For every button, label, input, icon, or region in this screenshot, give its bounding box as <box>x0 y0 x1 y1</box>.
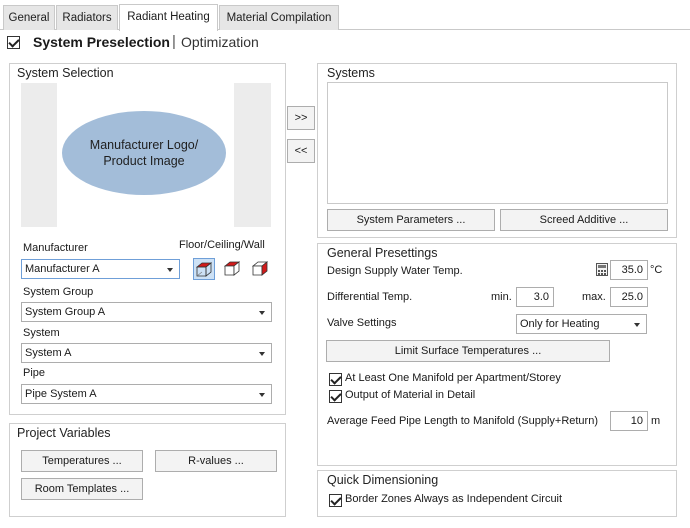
min-temp-input[interactable]: 3.0 <box>516 287 554 307</box>
system-group-label: System Group <box>23 286 94 298</box>
mode-secondary-label[interactable]: Optimization <box>181 34 259 50</box>
feed-pipe-label: Average Feed Pipe Length to Manifold (Su… <box>327 415 598 427</box>
ceiling-button[interactable] <box>222 258 244 280</box>
chevron-down-icon <box>259 352 265 356</box>
tab-radiators[interactable]: Radiators <box>56 5 118 30</box>
design-supply-label: Design Supply Water Temp. <box>327 265 463 277</box>
feed-pipe-length-input[interactable]: 10 <box>610 411 648 431</box>
chevron-down-icon <box>259 311 265 315</box>
orientation-label: Floor/Ceiling/Wall <box>179 239 265 251</box>
tab-bar: General Radiators Radiant Heating Materi… <box>0 0 690 31</box>
calculator-icon[interactable] <box>596 263 608 276</box>
feed-pipe-unit: m <box>651 415 661 427</box>
manufacturer-select[interactable]: Manufacturer A <box>21 259 180 279</box>
output-detail-checkbox[interactable] <box>329 390 342 403</box>
system-group-value: System Group A <box>25 306 106 318</box>
temperatures-button[interactable]: Temperatures ... <box>21 450 143 472</box>
design-supply-temp-input[interactable]: 35.0 <box>610 260 648 280</box>
manufacturer-label: Manufacturer <box>23 242 88 254</box>
max-temp-input[interactable]: 25.0 <box>610 287 648 307</box>
remove-system-button[interactable]: << <box>287 139 315 163</box>
manufacturer-value: Manufacturer A <box>25 263 100 275</box>
floor-button[interactable] <box>193 258 215 280</box>
wall-button[interactable] <box>250 258 272 280</box>
mode-separator: | <box>172 33 176 50</box>
system-selection-title: System Selection <box>17 66 114 80</box>
pipe-select[interactable]: Pipe System A <box>21 384 272 404</box>
quick-dimensioning-title: Quick Dimensioning <box>327 473 439 487</box>
design-supply-unit: °C <box>650 264 663 276</box>
logo-right-panel <box>234 83 271 227</box>
room-templates-button[interactable]: Room Templates ... <box>21 478 143 500</box>
system-value: System A <box>25 347 72 359</box>
ceiling-cube-icon <box>223 261 241 276</box>
mode-checkbox[interactable] <box>7 36 20 49</box>
limit-surface-temperatures-button[interactable]: Limit Surface Temperatures ... <box>326 340 610 362</box>
system-select[interactable]: System A <box>21 343 272 363</box>
project-variables-title: Project Variables <box>17 426 111 440</box>
border-zones-label[interactable]: Border Zones Always as Independent Circu… <box>345 493 562 505</box>
manifold-checkbox[interactable] <box>329 373 342 386</box>
chevron-down-icon <box>634 323 640 327</box>
mode-primary-label[interactable]: System Preselection <box>33 34 170 50</box>
logo-left-panel <box>21 83 57 227</box>
system-parameters-button[interactable]: System Parameters ... <box>327 209 495 231</box>
border-zones-checkbox[interactable] <box>329 494 342 507</box>
min-label: min. <box>491 291 512 303</box>
differential-temp-label: Differential Temp. <box>327 291 413 303</box>
output-detail-label[interactable]: Output of Material in Detail <box>345 389 475 401</box>
wall-cube-icon <box>251 261 269 276</box>
system-group-select[interactable]: System Group A <box>21 302 272 322</box>
valve-settings-value: Only for Heating <box>520 318 600 330</box>
general-presettings-title: General Presettings <box>327 246 438 260</box>
max-label: max. <box>582 291 606 303</box>
tab-radiant-heating[interactable]: Radiant Heating <box>119 4 218 31</box>
screed-additive-button[interactable]: Screed Additive ... <box>500 209 668 231</box>
valve-settings-select[interactable]: Only for Heating <box>516 314 647 334</box>
manifold-label[interactable]: At Least One Manifold per Apartment/Stor… <box>345 372 561 384</box>
pipe-value: Pipe System A <box>25 388 97 400</box>
chevron-down-icon <box>259 393 265 397</box>
tab-general[interactable]: General <box>3 5 55 30</box>
add-system-button[interactable]: >> <box>287 106 315 130</box>
floor-cube-icon <box>195 262 213 277</box>
tab-material-compilation[interactable]: Material Compilation <box>219 5 339 30</box>
pipe-label: Pipe <box>23 367 46 379</box>
manufacturer-logo-placeholder: Manufacturer Logo/ Product Image <box>62 111 226 195</box>
chevron-down-icon <box>167 268 173 272</box>
system-label: System <box>23 327 60 339</box>
r-values-button[interactable]: R-values ... <box>155 450 277 472</box>
systems-title: Systems <box>327 66 375 80</box>
systems-list[interactable] <box>327 82 668 204</box>
valve-settings-label: Valve Settings <box>327 317 397 329</box>
